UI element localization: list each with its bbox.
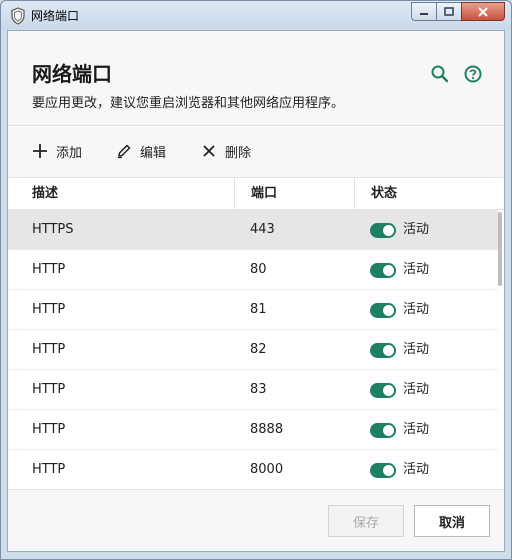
dialog-header: 网络端口 要应用更改，建议您重启浏览器和其他网络应用程序。 [8, 31, 504, 126]
row-status-label: 活动 [403, 262, 430, 277]
close-icon [478, 6, 488, 17]
minimize-button[interactable] [411, 2, 437, 21]
table-row[interactable]: HTTP 81 活动 [8, 290, 498, 330]
table-scrollbar[interactable] [498, 212, 502, 486]
delete-button-label: 删除 [225, 145, 252, 161]
maximize-icon [444, 7, 454, 16]
status-toggle[interactable] [370, 422, 396, 438]
row-description: HTTP [32, 422, 66, 437]
row-status-label: 活动 [403, 222, 430, 237]
plus-icon [33, 144, 47, 158]
status-toggle[interactable] [370, 222, 396, 238]
row-status-label: 活动 [403, 382, 430, 397]
row-port: 81 [250, 302, 267, 317]
shield-app-icon [11, 7, 25, 25]
column-header-status[interactable]: 状态 [354, 178, 504, 210]
pencil-icon [118, 144, 131, 159]
status-toggle[interactable] [370, 462, 396, 478]
row-port: 80 [250, 262, 267, 277]
row-description: HTTP [32, 342, 66, 357]
status-toggle[interactable] [370, 262, 396, 278]
row-status: 活动 [370, 210, 429, 250]
table-row[interactable]: HTTP 82 活动 [8, 330, 498, 370]
ports-table: 描述 端口 状态 HTTPS 443 活动 HTTP 80 活动 HTTP 81 活动 HTTP 8… [8, 177, 504, 489]
column-header-port[interactable]: 端口 [234, 178, 354, 210]
add-button[interactable]: 添加 [32, 141, 82, 161]
dialog-content: 网络端口 要应用更改，建议您重启浏览器和其他网络应用程序。 添加 编辑 删除 描… [7, 30, 505, 552]
row-description: HTTP [32, 462, 66, 477]
row-status: 活动 [370, 250, 429, 290]
row-description: HTTPS [32, 222, 74, 237]
search-icon[interactable] [430, 64, 450, 84]
row-description: HTTP [32, 382, 66, 397]
edit-button-label: 编辑 [140, 145, 167, 161]
toolbar: 添加 编辑 删除 [8, 127, 504, 177]
window-title: 网络端口 [31, 9, 80, 23]
row-status: 活动 [370, 330, 429, 370]
page-title: 网络端口 [32, 62, 112, 86]
row-status-label: 活动 [403, 302, 430, 317]
status-toggle[interactable] [370, 382, 396, 398]
table-row[interactable]: HTTP 83 活动 [8, 370, 498, 410]
table-header: 描述 端口 状态 [8, 178, 504, 210]
delete-button[interactable]: 删除 [201, 141, 251, 161]
row-status-label: 活动 [403, 462, 430, 477]
row-status-label: 活动 [403, 342, 430, 357]
row-status: 活动 [370, 370, 429, 410]
row-port: 443 [250, 222, 275, 237]
row-port: 8888 [250, 422, 284, 437]
row-status: 活动 [370, 290, 429, 330]
table-row[interactable]: HTTPS 443 活动 [8, 210, 498, 250]
close-window-button[interactable] [461, 2, 505, 21]
table-row[interactable]: HTTP 80 活动 [8, 250, 498, 290]
minimize-icon [420, 12, 428, 15]
dialog-footer: 保存 取消 [8, 489, 504, 551]
row-description: HTTP [32, 302, 66, 317]
page-subtitle: 要应用更改，建议您重启浏览器和其他网络应用程序。 [32, 96, 345, 111]
scrollbar-thumb[interactable] [498, 212, 502, 286]
table-body: HTTPS 443 活动 HTTP 80 活动 HTTP 81 活动 HTTP 82 活动 HTTP 83… [8, 210, 498, 489]
add-button-label: 添加 [56, 145, 83, 161]
row-port: 8000 [250, 462, 284, 477]
title-bar: 网络端口 [0, 0, 512, 30]
column-header-description[interactable]: 描述 [16, 178, 234, 210]
help-icon[interactable] [463, 64, 483, 84]
close-icon [203, 145, 215, 157]
window-controls [411, 2, 505, 22]
table-row[interactable]: HTTP 8000 活动 [8, 450, 498, 489]
edit-button[interactable]: 编辑 [116, 141, 166, 161]
row-status-label: 活动 [403, 422, 430, 437]
save-button[interactable]: 保存 [328, 505, 404, 537]
status-toggle[interactable] [370, 302, 396, 318]
status-toggle[interactable] [370, 342, 396, 358]
maximize-button[interactable] [436, 2, 462, 21]
cancel-button[interactable]: 取消 [414, 505, 490, 537]
row-port: 82 [250, 342, 267, 357]
row-status: 活动 [370, 410, 429, 450]
table-row[interactable]: HTTP 8888 活动 [8, 410, 498, 450]
row-port: 83 [250, 382, 267, 397]
row-description: HTTP [32, 262, 66, 277]
row-status: 活动 [370, 450, 429, 489]
